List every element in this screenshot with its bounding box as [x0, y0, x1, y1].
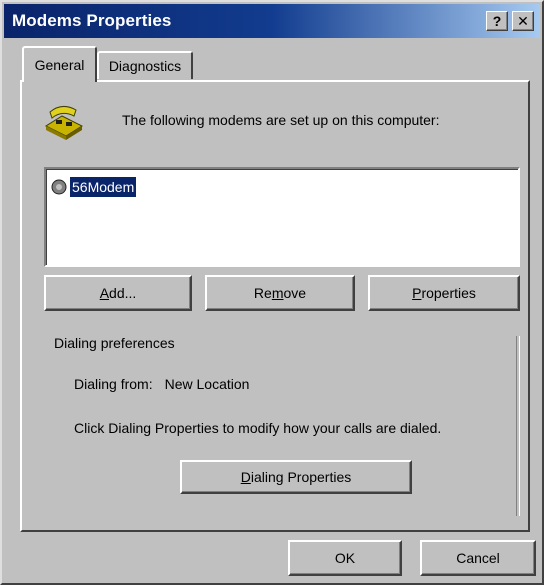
cancel-button-label: Cancel [456, 550, 500, 566]
close-button[interactable]: ✕ [512, 11, 534, 31]
help-button[interactable]: ? [486, 11, 508, 31]
dialing-properties-label-post: ialing Properties [250, 469, 352, 485]
ok-button-label: OK [334, 550, 356, 566]
tab-diagnostics-label: Diagnostics [108, 58, 182, 74]
remove-button-label-post: ove [283, 285, 307, 301]
modems-list[interactable]: 56Modem [44, 167, 520, 267]
close-icon: ✕ [517, 12, 529, 29]
tab-general[interactable]: General [22, 46, 97, 82]
properties-button[interactable]: Properties [368, 275, 520, 311]
remove-button-label-pre: Re [253, 285, 272, 301]
tab-diagnostics[interactable]: Diagnostics [97, 51, 193, 79]
tab-general-label: General [34, 57, 85, 73]
cancel-button[interactable]: Cancel [420, 540, 536, 576]
modems-properties-dialog: Modems Properties ? ✕ General Diagnostic… [0, 0, 544, 585]
dialing-properties-button[interactable]: Dialing Properties [180, 460, 412, 494]
general-tab-panel: The following modems are set up on this … [20, 80, 530, 532]
title-bar[interactable]: Modems Properties ? ✕ [4, 4, 540, 38]
dialing-from-value: New Location [164, 376, 250, 392]
help-icon: ? [492, 13, 502, 29]
add-button-label-post: dd... [109, 285, 137, 301]
dialing-properties-accel: D [240, 469, 251, 485]
ok-button[interactable]: OK [288, 540, 402, 576]
intro-text: The following modems are set up on this … [122, 112, 440, 128]
dialing-from: Dialing from: New Location [74, 376, 249, 392]
dialing-preferences-heading: Dialing preferences [54, 335, 175, 351]
list-item[interactable]: 56Modem [50, 176, 137, 198]
add-button-accel: A [99, 285, 110, 301]
modem-small-icon [51, 179, 67, 195]
modem-name: 56Modem [70, 177, 137, 197]
group-divider [516, 336, 520, 516]
properties-button-label-post: roperties [421, 285, 476, 301]
modem-icon [44, 106, 84, 140]
remove-button-accel: m [271, 285, 284, 301]
dialing-instructions: Click Dialing Properties to modify how y… [74, 420, 442, 436]
remove-button[interactable]: Re m ove [205, 275, 355, 311]
add-button[interactable]: Add... [44, 275, 192, 311]
window-title: Modems Properties [12, 11, 172, 30]
dialing-from-label: Dialing from: [74, 376, 153, 392]
properties-button-accel: P [412, 285, 422, 301]
